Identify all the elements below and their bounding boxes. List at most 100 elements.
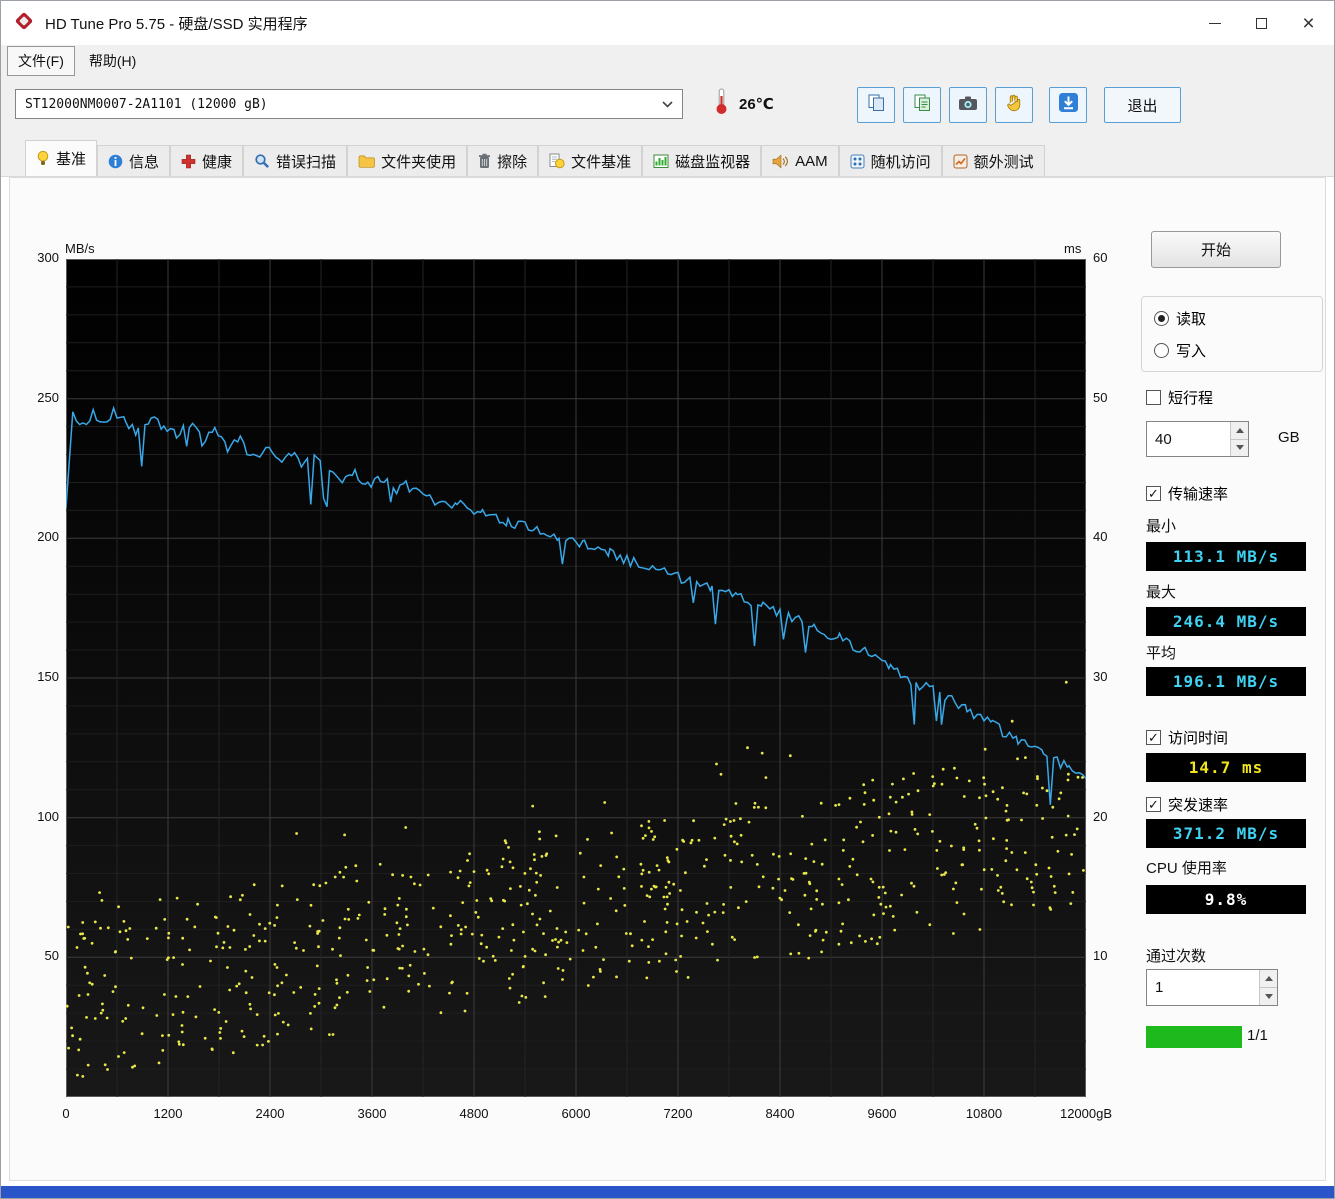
toolbar-button-hand[interactable] (995, 87, 1033, 123)
checkbox-checked-icon (1146, 730, 1161, 745)
access-time-checkbox[interactable]: 访问时间 (1146, 727, 1228, 748)
avg-value-display: 196.1 MB/s (1146, 667, 1306, 696)
copy-pages-icon (867, 93, 886, 117)
tab-1[interactable]: 信息 (97, 145, 170, 176)
spinner-down[interactable] (1260, 988, 1277, 1005)
tab-label: AAM (795, 153, 828, 170)
tab-3[interactable]: 错误扫描 (243, 145, 347, 176)
thermometer-icon (715, 87, 728, 120)
camera-icon (958, 95, 978, 116)
y-left-unit-label: MB/s (65, 241, 95, 256)
scan-icon (254, 153, 270, 169)
tab-label: 文件基准 (571, 151, 631, 172)
maximize-button[interactable] (1238, 1, 1285, 45)
read-radio[interactable]: 读取 (1154, 308, 1310, 329)
tab-5[interactable]: 擦除 (467, 145, 538, 176)
radio-selected-icon (1154, 311, 1169, 326)
passes-input[interactable]: 1 (1146, 969, 1278, 1006)
taskbar-strip (1, 1186, 1334, 1198)
tab-9[interactable]: 随机访问 (839, 145, 942, 176)
minimize-button[interactable] (1191, 1, 1238, 45)
exit-button[interactable]: 退出 (1104, 87, 1181, 123)
short-stroke-label: 短行程 (1168, 387, 1213, 408)
avg-label: 平均 (1146, 642, 1176, 663)
mode-groupbox: 读取 写入 (1141, 296, 1323, 372)
x-tick: 7200 (633, 1106, 723, 1121)
x-tick: 8400 (735, 1106, 825, 1121)
tab-label: 随机访问 (871, 151, 931, 172)
tab-label: 错误扫描 (276, 151, 336, 172)
y-left-tick: 200 (15, 529, 59, 544)
y-right-tick: 30 (1093, 669, 1107, 684)
tab-7[interactable]: 磁盘监视器 (642, 145, 761, 176)
progress-text: 1/1 (1247, 1027, 1268, 1044)
random-icon (850, 154, 865, 169)
window-controls: × (1191, 1, 1332, 45)
tab-4[interactable]: 文件夹使用 (347, 145, 467, 176)
short-stroke-checkbox[interactable]: 短行程 (1146, 387, 1213, 408)
radio-unselected-icon (1154, 343, 1169, 358)
tab-label: 健康 (202, 151, 232, 172)
drive-select-value: ST12000NM0007-2A1101 (12000 gB) (25, 97, 268, 112)
monitor-icon (653, 154, 669, 169)
short-stroke-input[interactable]: 40 (1146, 421, 1249, 457)
toolbar-button-camera[interactable] (949, 87, 987, 123)
close-button[interactable]: × (1285, 1, 1332, 45)
tab-0[interactable]: 基准 (25, 140, 97, 176)
tab-label: 信息 (129, 151, 159, 172)
tab-label: 文件夹使用 (381, 151, 456, 172)
x-tick: 9600 (837, 1106, 927, 1121)
toolbar-buttons (857, 87, 1087, 123)
benchmark-chart (66, 259, 1086, 1097)
y-right-tick: 60 (1093, 250, 1107, 265)
write-radio-label: 写入 (1176, 340, 1206, 361)
download-icon (1058, 92, 1079, 118)
menu-file[interactable]: 文件(F) (7, 46, 75, 76)
toolbar-button-copy-pages[interactable] (857, 87, 895, 123)
passes-value: 1 (1147, 970, 1259, 1005)
y-right-tick: 40 (1093, 529, 1107, 544)
start-button[interactable]: 开始 (1151, 231, 1281, 268)
y-right-unit-label: ms (1064, 241, 1081, 256)
tab-10[interactable]: 额外测试 (942, 145, 1045, 176)
read-radio-label: 读取 (1176, 308, 1206, 329)
y-right-tick: 50 (1093, 390, 1107, 405)
spinner-up[interactable] (1231, 422, 1248, 440)
y-left-tick: 250 (15, 390, 59, 405)
tab-2[interactable]: 健康 (170, 145, 243, 176)
bulb-icon (36, 150, 50, 167)
tab-label: 额外测试 (974, 151, 1034, 172)
x-tick: 10800 (939, 1106, 1029, 1121)
tab-8[interactable]: AAM (761, 145, 839, 176)
tab-label: 基准 (56, 148, 86, 169)
burst-rate-checkbox[interactable]: 突发速率 (1146, 794, 1228, 815)
app-window: HD Tune Pro 5.75 - 硬盘/SSD 实用程序 × 文件(F) 帮… (0, 0, 1335, 1199)
short-stroke-spinner (1230, 422, 1248, 456)
y-right-tick: 20 (1093, 809, 1107, 824)
temperature-value: 26℃ (739, 95, 774, 113)
toolbar-button-download[interactable] (1049, 87, 1087, 123)
tab-6[interactable]: 文件基准 (538, 145, 642, 176)
short-stroke-value: 40 (1147, 422, 1230, 456)
passes-label: 通过次数 (1146, 945, 1206, 966)
y-left-tick: 150 (15, 669, 59, 684)
health-icon (181, 154, 196, 169)
drive-select[interactable]: ST12000NM0007-2A1101 (12000 gB) (15, 89, 683, 119)
burst-rate-display: 371.2 MB/s (1146, 819, 1306, 848)
x-tick: 3600 (327, 1106, 417, 1121)
menu-help[interactable]: 帮助(H) (79, 47, 146, 75)
x-tick: 4800 (429, 1106, 519, 1121)
folder-icon (358, 154, 375, 168)
access-time-label: 访问时间 (1168, 727, 1228, 748)
copy-color-icon (913, 93, 932, 117)
write-radio[interactable]: 写入 (1154, 340, 1310, 361)
spinner-up[interactable] (1260, 970, 1277, 988)
toolbar: ST12000NM0007-2A1101 (12000 gB) 26℃ 退出 (1, 77, 1334, 141)
toolbar-button-copy-color[interactable] (903, 87, 941, 123)
minimize-icon (1209, 23, 1221, 24)
spinner-down[interactable] (1231, 440, 1248, 457)
window-title: HD Tune Pro 5.75 - 硬盘/SSD 实用程序 (45, 13, 308, 34)
progress-bar (1146, 1026, 1242, 1048)
transfer-rate-checkbox[interactable]: 传输速率 (1146, 483, 1228, 504)
passes-spinner (1259, 970, 1277, 1005)
